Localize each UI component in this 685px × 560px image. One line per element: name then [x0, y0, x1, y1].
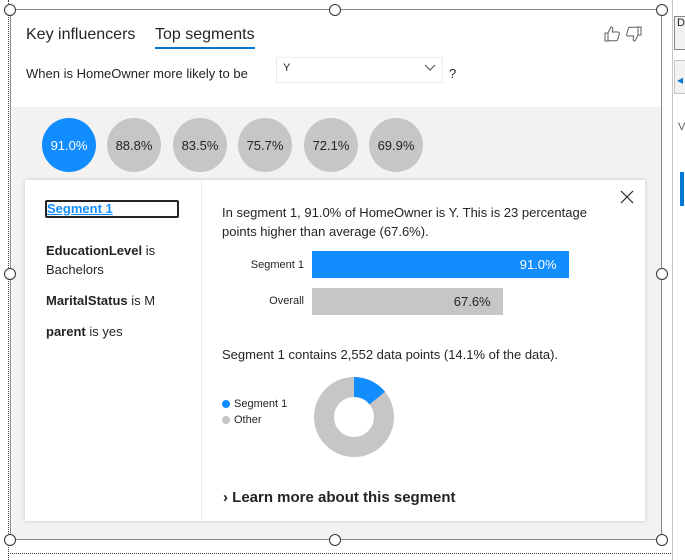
canvas-guide-bottom [8, 553, 685, 554]
canvas-guide-left [8, 0, 9, 560]
resize-handle[interactable] [329, 4, 341, 16]
visual-selection-frame [10, 9, 662, 540]
side-pane-tab[interactable]: D [674, 16, 685, 50]
resize-handle[interactable] [656, 268, 668, 280]
resize-handle[interactable] [4, 4, 16, 16]
resize-handle[interactable] [4, 268, 16, 280]
resize-handle[interactable] [656, 534, 668, 546]
side-pane-collapse-button[interactable]: ◂ [674, 60, 685, 94]
side-pane-selection-indicator [680, 172, 684, 206]
resize-handle[interactable] [656, 4, 668, 16]
side-pane-label: V [678, 121, 685, 133]
resize-handle[interactable] [4, 534, 16, 546]
chevron-left-icon: ◂ [677, 73, 684, 87]
resize-handle[interactable] [329, 534, 341, 546]
